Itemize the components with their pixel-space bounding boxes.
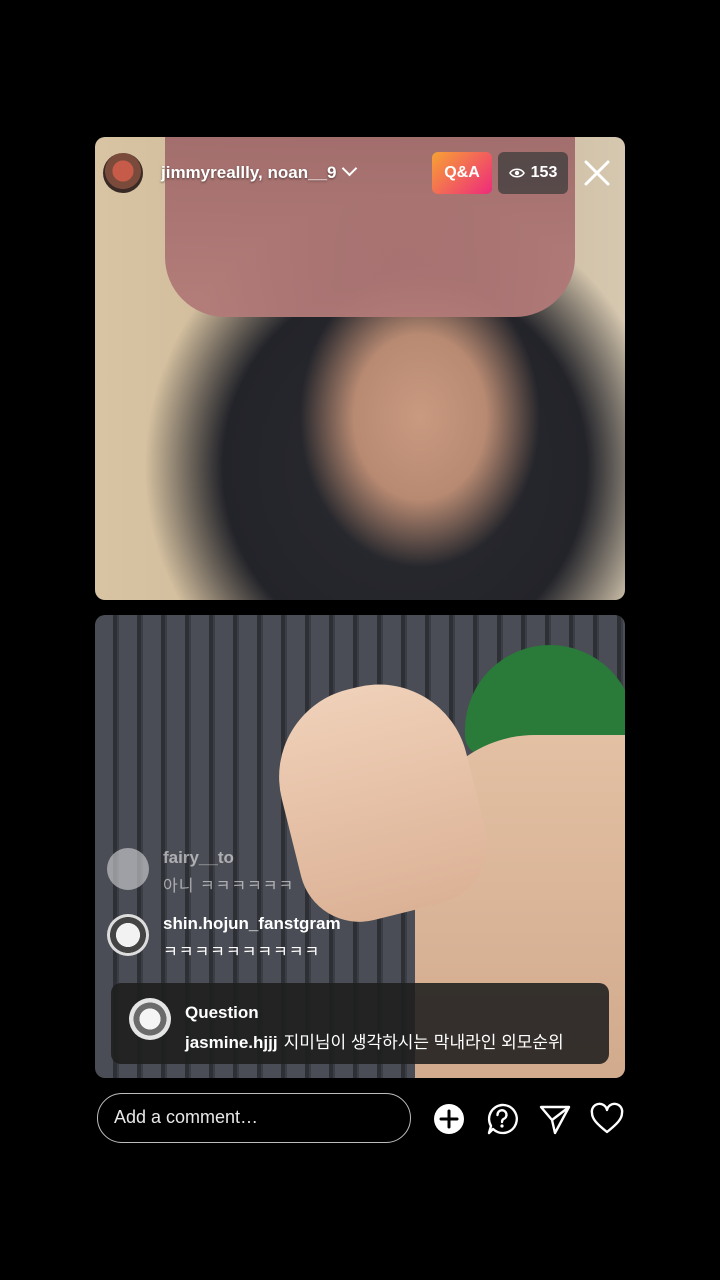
comment-username[interactable]: shin.hojun_fanstgram — [163, 914, 341, 934]
qa-button[interactable]: Q&A — [432, 152, 492, 194]
comment-username[interactable]: fairy__to — [163, 848, 234, 868]
question-title: Question — [185, 1003, 259, 1022]
qa-label: Q&A — [444, 164, 480, 181]
comment-input[interactable]: Add a comment… — [97, 1093, 411, 1143]
question-username: jasmine.hjjj — [185, 1033, 278, 1052]
host-names-label: jimmyreallly, noan__9 — [161, 163, 337, 182]
comment-placeholder: Add a comment… — [114, 1107, 259, 1127]
question-card[interactable]: Question jasmine.hjjj 지미님이 생각하시는 막내라인 외모순… — [111, 983, 609, 1064]
close-icon[interactable] — [578, 154, 616, 192]
host-names-button[interactable]: jimmyreallly, noan__9 — [161, 160, 358, 183]
add-icon[interactable] — [431, 1101, 467, 1137]
question-avatar — [129, 998, 171, 1040]
viewer-count-badge[interactable]: 153 — [498, 152, 568, 194]
comment-text: 아니 ㅋㅋㅋㅋㅋㅋ — [163, 878, 295, 895]
eye-icon — [508, 168, 525, 178]
comment-item: fairy__to 아니 ㅋㅋㅋㅋㅋㅋ — [107, 845, 527, 911]
comment-list: fairy__to 아니 ㅋㅋㅋㅋㅋㅋ shin.hojun_fanstgram… — [107, 845, 527, 977]
comment-avatar[interactable] — [107, 914, 149, 956]
host-avatar[interactable] — [103, 153, 143, 193]
chevron-down-icon — [342, 160, 358, 177]
comment-avatar[interactable] — [107, 848, 149, 890]
send-icon[interactable] — [537, 1101, 573, 1137]
question-text: 지미님이 생각하시는 막내라인 외모순위 — [283, 1033, 564, 1052]
comment-text: ㅋㅋㅋㅋㅋㅋㅋㅋㅋㅋ — [163, 944, 321, 961]
question-icon[interactable] — [484, 1101, 520, 1137]
heart-icon[interactable] — [589, 1101, 625, 1137]
viewer-count: 153 — [530, 164, 558, 181]
comment-item: shin.hojun_fanstgram ㅋㅋㅋㅋㅋㅋㅋㅋㅋㅋ — [107, 911, 527, 977]
question-body: jasmine.hjjj 지미님이 생각하시는 막내라인 외모순위 — [185, 1028, 564, 1053]
live-header: jimmyreallly, noan__9 Q&A 153 — [95, 137, 625, 209]
